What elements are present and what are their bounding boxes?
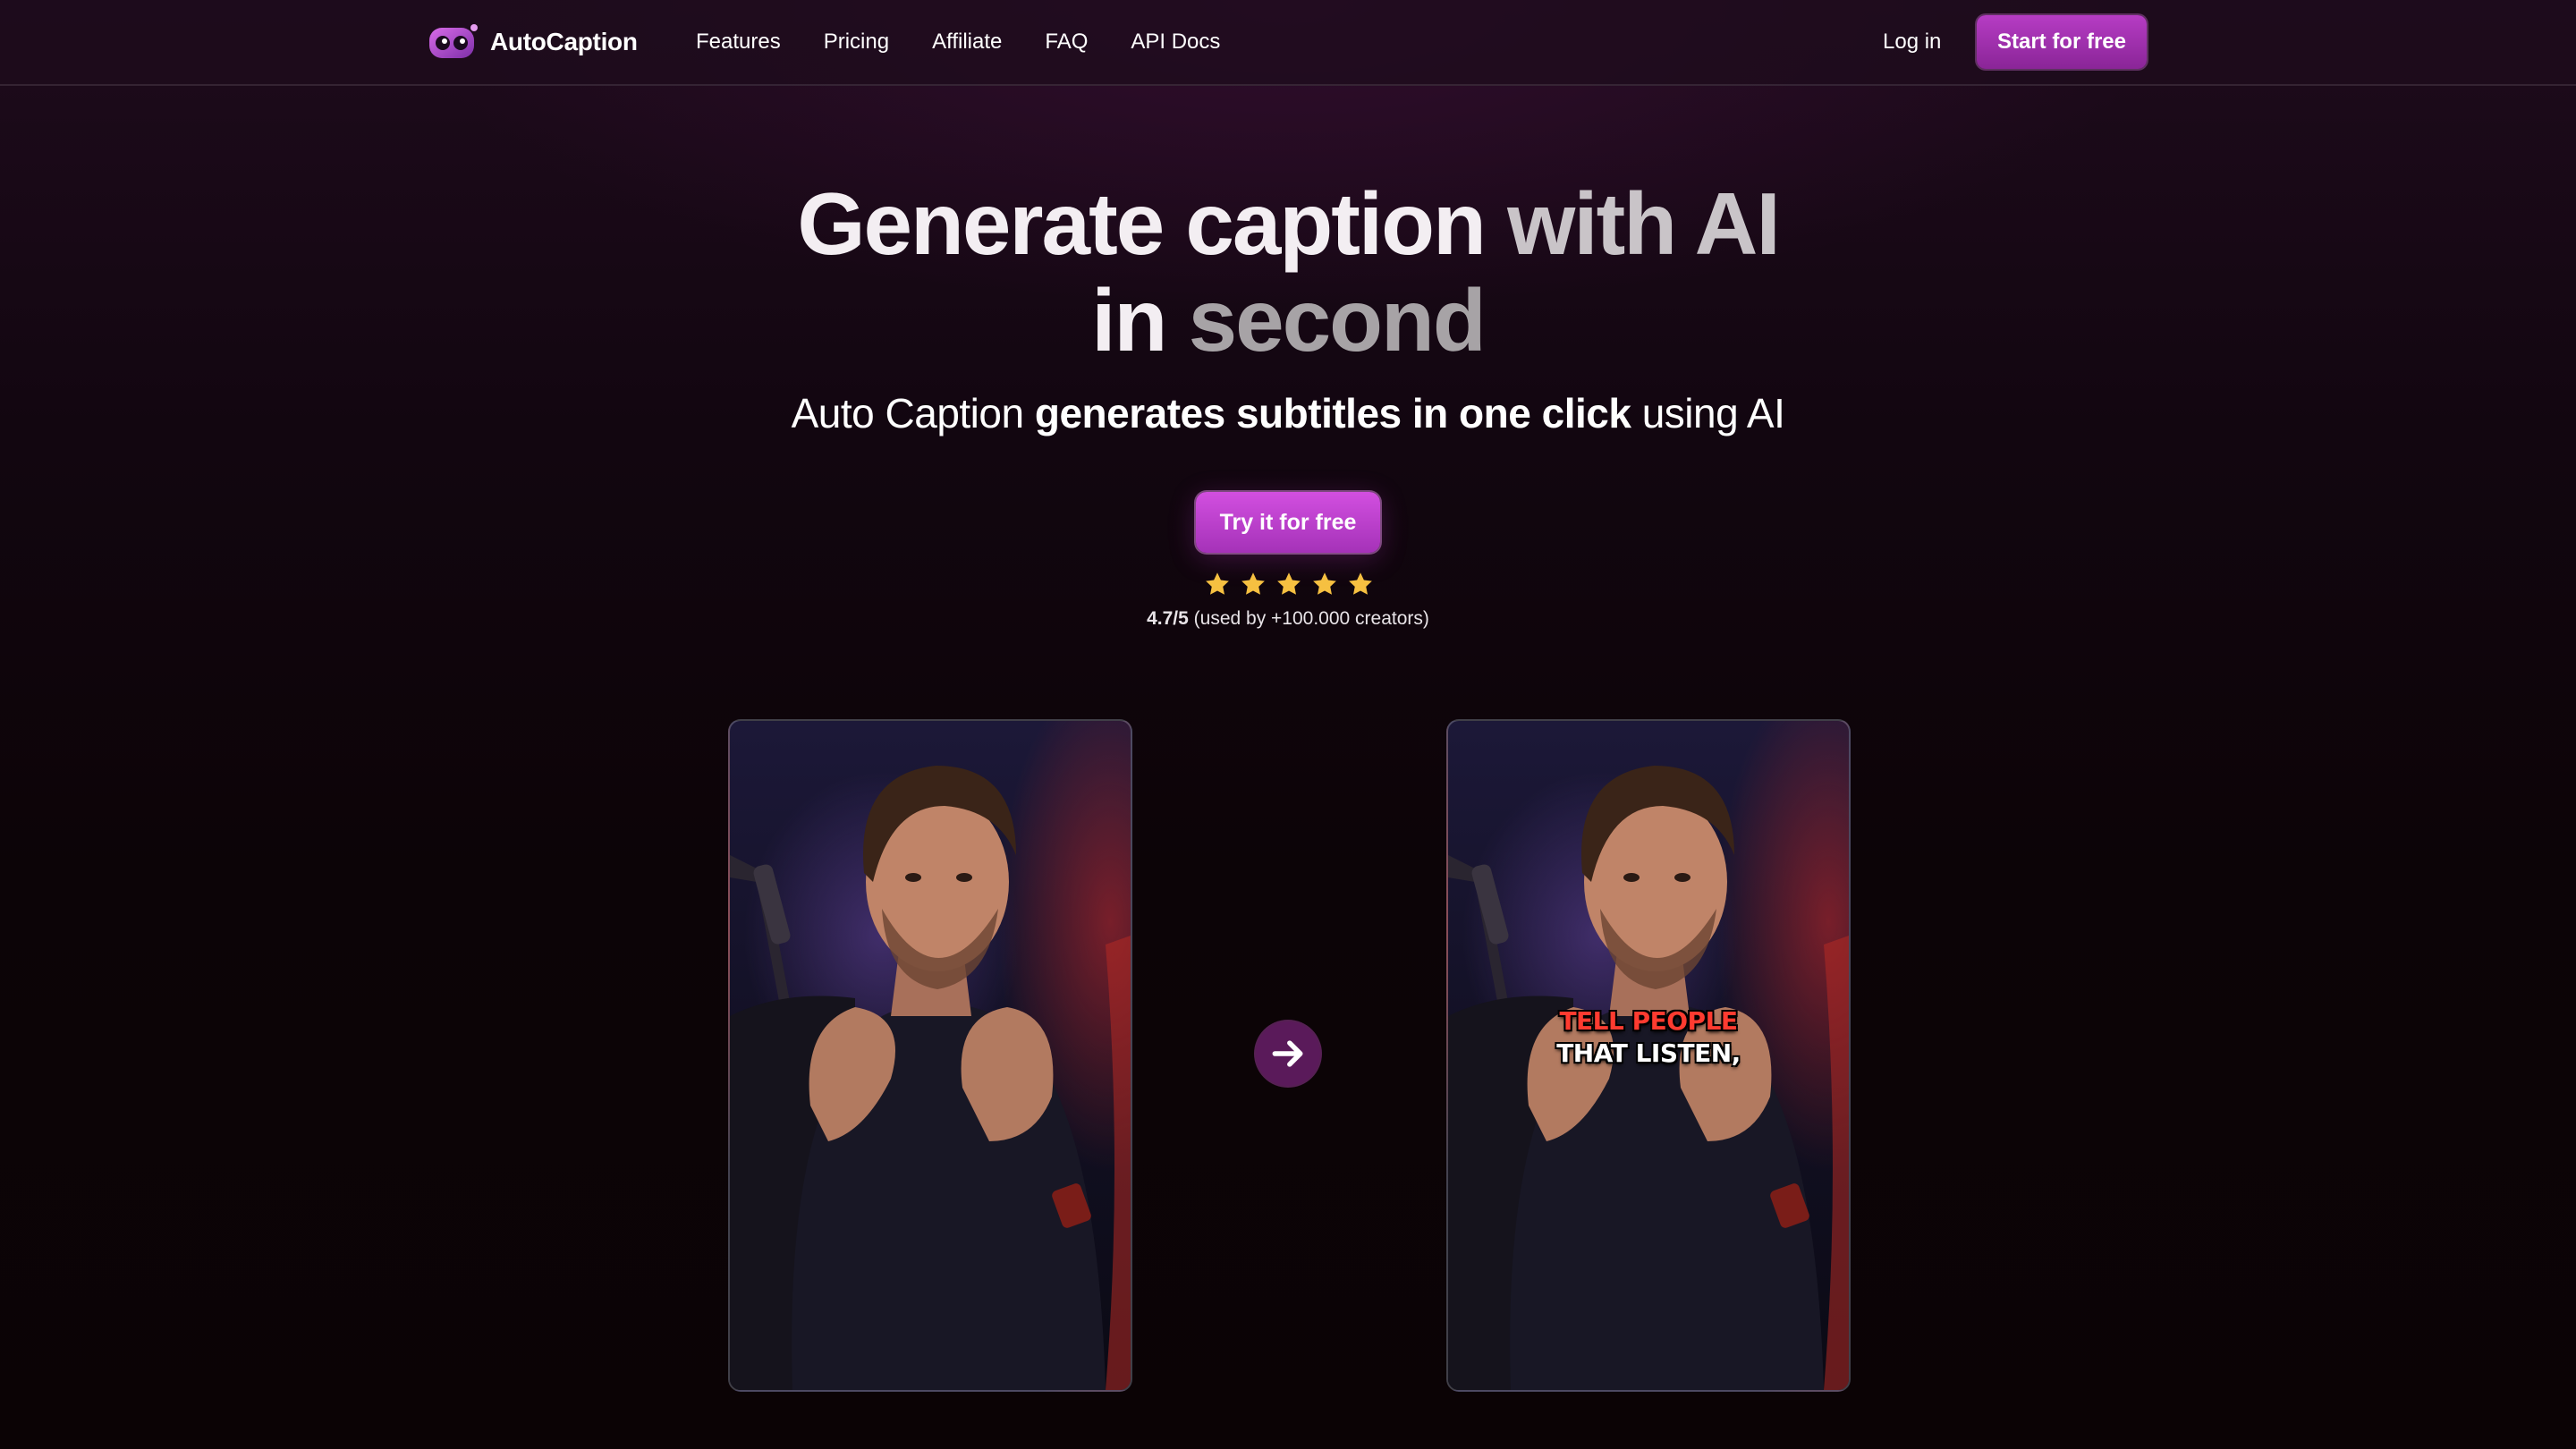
nav-link-pricing[interactable]: Pricing	[824, 25, 889, 59]
presenter-video-frame	[730, 766, 1131, 1390]
arrow-right-button[interactable]	[1256, 1021, 1320, 1086]
video-after-card[interactable]: TELL PEOPLE THAT LISTEN,	[1446, 719, 1851, 1392]
headline-part1: Generate caption	[797, 174, 1508, 273]
headline-part4: second	[1188, 271, 1487, 369]
start-for-free-button[interactable]: Start for free	[1977, 15, 2147, 69]
brand-logo[interactable]: AutoCaption	[428, 20, 638, 64]
caption-line-2: THAT LISTEN,	[1556, 1038, 1741, 1068]
subheading-part2: using AI	[1631, 390, 1785, 436]
star-icon	[1241, 572, 1265, 595]
video-before-card[interactable]	[728, 719, 1132, 1392]
arrow-right-icon	[1272, 1040, 1303, 1067]
nav-link-api-docs[interactable]: API Docs	[1131, 25, 1220, 59]
subheading-bold: generates subtitles in one click	[1034, 390, 1631, 436]
star-icon	[1206, 572, 1229, 595]
nav-link-faq[interactable]: FAQ	[1045, 25, 1088, 59]
rating-value: 4.7/5	[1147, 608, 1189, 629]
subheading-part1: Auto Caption	[791, 390, 1035, 436]
landing-page: AutoCaption Features Pricing Affiliate F…	[0, 0, 2576, 1449]
login-link[interactable]: Log in	[1883, 25, 1941, 59]
star-icon	[1349, 572, 1372, 595]
brand-name: AutoCaption	[490, 28, 638, 55]
nav-link-features[interactable]: Features	[696, 25, 781, 59]
nav-link-affiliate[interactable]: Affiliate	[932, 25, 1002, 59]
rating-stars	[1204, 571, 1374, 597]
headline-part2: with AI	[1507, 174, 1781, 273]
caption-line-1: TELL PEOPLE	[1559, 1006, 1738, 1036]
generated-caption: TELL PEOPLE THAT LISTEN,	[1448, 1005, 1849, 1070]
top-navbar: AutoCaption Features Pricing Affiliate F…	[0, 0, 2576, 86]
try-it-for-free-button[interactable]: Try it for free	[1196, 492, 1380, 553]
star-icon	[1277, 572, 1301, 595]
rating-text: 4.7/5 (used by +100.000 creators)	[0, 608, 2576, 630]
hero-subheading: Auto Caption generates subtitles in one …	[0, 389, 2576, 437]
star-icon	[1313, 572, 1336, 595]
robot-mascot-icon	[428, 22, 479, 62]
nav-links: Features Pricing Affiliate FAQ API Docs	[696, 25, 1263, 59]
hero-headline: Generate caption with AI in second	[0, 175, 2576, 369]
rating-description: (used by +100.000 creators)	[1188, 608, 1429, 629]
headline-part3: in	[1091, 271, 1189, 369]
